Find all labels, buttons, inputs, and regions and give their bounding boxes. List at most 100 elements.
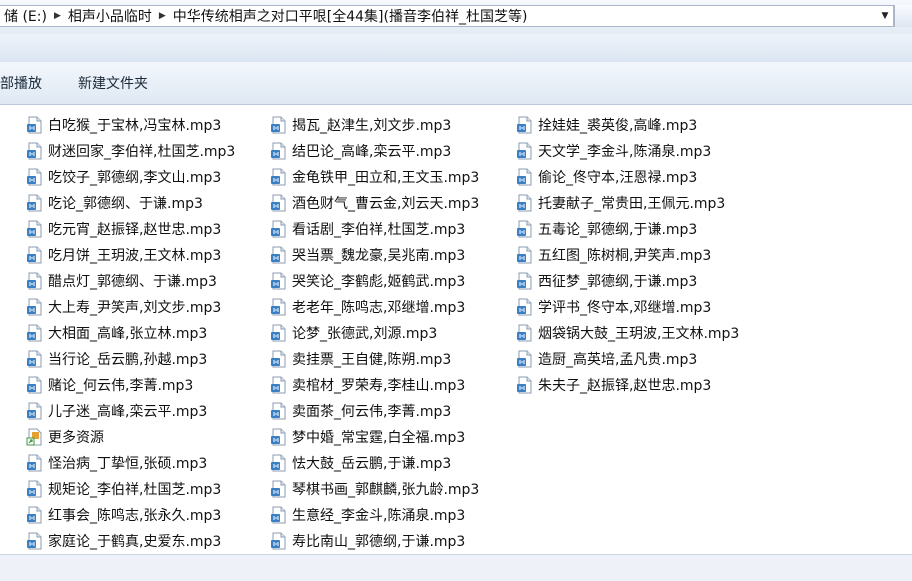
file-name: 儿子迷_高峰,栾云平.mp3 [48, 404, 208, 420]
file-list-view[interactable]: 白吃猴_于宝林,冯宝林.mp3 财迷回家_李伯祥,杜国芝.mp3 吃饺子_郭德纲,李… [0, 105, 912, 555]
file-item[interactable]: 红事会_陈鸣志,张永久.mp3 [26, 502, 235, 528]
audio-file-icon [270, 324, 288, 342]
file-item[interactable]: 吃论_郭德纲、于谦.mp3 [26, 190, 235, 216]
file-item[interactable]: 五红图_陈树桐,尹笑声.mp3 [516, 242, 739, 268]
audio-file-icon [26, 480, 44, 498]
file-item[interactable]: 揭瓦_赵津生,刘文步.mp3 [270, 112, 479, 138]
file-name: 吃月饼_王玥波,王文林.mp3 [48, 248, 222, 264]
file-name: 大相面_高峰,张立林.mp3 [48, 326, 208, 342]
audio-file-icon [26, 272, 44, 290]
file-item[interactable]: 天文学_李金斗,陈涌泉.mp3 [516, 138, 739, 164]
file-item[interactable]: 卖挂票_王自健,陈朔.mp3 [270, 346, 479, 372]
file-item[interactable]: 吃饺子_郭德纲,李文山.mp3 [26, 164, 235, 190]
file-name: 醋点灯_郭德纲、于谦.mp3 [48, 274, 217, 290]
file-item[interactable]: 吃月饼_王玥波,王文林.mp3 [26, 242, 235, 268]
file-item[interactable]: 卖面茶_何云伟,李菁.mp3 [270, 398, 479, 424]
file-item[interactable]: 白吃猴_于宝林,冯宝林.mp3 [26, 112, 235, 138]
menu-strip [0, 34, 912, 63]
file-item[interactable]: 财迷回家_李伯祥,杜国芝.mp3 [26, 138, 235, 164]
breadcrumb-arrow-icon[interactable]: ▶ [51, 11, 64, 21]
file-name: 卖面茶_何云伟,李菁.mp3 [292, 404, 452, 420]
command-toolbar: 部播放 新建文件夹 [0, 62, 912, 105]
audio-file-icon [270, 194, 288, 212]
file-item[interactable]: 西征梦_郭德纲,于谦.mp3 [516, 268, 739, 294]
file-item[interactable]: 当行论_岳云鹏,孙越.mp3 [26, 346, 235, 372]
new-folder-button[interactable]: 新建文件夹 [60, 73, 166, 93]
file-item[interactable]: 结巴论_高峰,栾云平.mp3 [270, 138, 479, 164]
audio-file-icon [270, 220, 288, 238]
file-name: 大上寿_尹笑声,刘文步.mp3 [48, 300, 222, 316]
file-item[interactable]: 规矩论_李伯祥,杜国芝.mp3 [26, 476, 235, 502]
file-name: 偷论_佟守本,汪恩禄.mp3 [538, 170, 698, 186]
file-item[interactable]: 大相面_高峰,张立林.mp3 [26, 320, 235, 346]
audio-file-icon [270, 246, 288, 264]
file-item[interactable]: 醋点灯_郭德纲、于谦.mp3 [26, 268, 235, 294]
audio-file-icon [26, 220, 44, 238]
file-item[interactable]: 更多资源 [26, 424, 235, 450]
breadcrumb-drive[interactable]: 储 (E:) [0, 6, 51, 26]
file-name: 财迷回家_李伯祥,杜国芝.mp3 [48, 144, 236, 160]
file-item[interactable]: 朱夫子_赵振铎,赵世忠.mp3 [516, 372, 739, 398]
audio-file-icon [270, 532, 288, 550]
audio-file-icon [26, 454, 44, 472]
address-bar[interactable]: 储 (E:) ▶ 相声小品临时 ▶ 中华传统相声之对口平哏[全44集](播音李伯… [0, 5, 894, 27]
file-item[interactable]: 酒色财气_曹云金,刘云天.mp3 [270, 190, 479, 216]
file-item[interactable]: 怯大鼓_岳云鹏,于谦.mp3 [270, 450, 479, 476]
file-item[interactable]: 哭笑论_李鹤彪,姬鹤武.mp3 [270, 268, 479, 294]
file-item[interactable]: 老老年_陈鸣志,邓继增.mp3 [270, 294, 479, 320]
audio-file-icon [26, 116, 44, 134]
audio-file-icon [26, 376, 44, 394]
address-bar-region: 储 (E:) ▶ 相声小品临时 ▶ 中华传统相声之对口平哏[全44集](播音李伯… [0, 0, 912, 34]
file-name: 红事会_陈鸣志,张永久.mp3 [48, 508, 222, 524]
file-item[interactable]: 哭当票_魏龙豪,吴兆南.mp3 [270, 242, 479, 268]
file-item[interactable]: 家庭论_于鹤真,史爱东.mp3 [26, 528, 235, 554]
file-item[interactable]: 偷论_佟守本,汪恩禄.mp3 [516, 164, 739, 190]
file-item[interactable]: 拴娃娃_裘英俊,高峰.mp3 [516, 112, 739, 138]
play-all-button[interactable]: 部播放 [0, 73, 60, 93]
file-name: 生意经_李金斗,陈涌泉.mp3 [292, 508, 466, 524]
audio-file-icon [26, 194, 44, 212]
file-name: 哭当票_魏龙豪,吴兆南.mp3 [292, 248, 466, 264]
refresh-button[interactable] [894, 5, 912, 27]
file-name: 当行论_岳云鹏,孙越.mp3 [48, 352, 208, 368]
file-item[interactable]: 论梦_张德武,刘源.mp3 [270, 320, 479, 346]
file-item[interactable]: 吃元宵_赵振铎,赵世忠.mp3 [26, 216, 235, 242]
file-item[interactable]: 卖棺材_罗荣寿,李桂山.mp3 [270, 372, 479, 398]
file-item[interactable]: 造厨_高英培,孟凡贵.mp3 [516, 346, 739, 372]
file-name: 吃论_郭德纲、于谦.mp3 [48, 196, 203, 212]
audio-file-icon [270, 168, 288, 186]
address-dropdown-icon[interactable]: ▼ [877, 5, 893, 27]
file-item[interactable]: 生意经_李金斗,陈涌泉.mp3 [270, 502, 479, 528]
file-item[interactable]: 烟袋锅大鼓_王玥波,王文林.mp3 [516, 320, 739, 346]
file-item[interactable]: 五毒论_郭德纲,于谦.mp3 [516, 216, 739, 242]
file-item[interactable]: 金龟铁甲_田立和,王文玉.mp3 [270, 164, 479, 190]
breadcrumb-current-folder[interactable]: 中华传统相声之对口平哏[全44集](播音李伯祥_杜国芝等) [169, 6, 532, 26]
file-name: 五毒论_郭德纲,于谦.mp3 [538, 222, 698, 238]
audio-file-icon [270, 454, 288, 472]
audio-file-icon [26, 246, 44, 264]
file-item[interactable]: 赌论_何云伟,李菁.mp3 [26, 372, 235, 398]
file-name: 梦中婚_常宝霆,白全福.mp3 [292, 430, 466, 446]
file-item[interactable]: 琴棋书画_郭麒麟,张九龄.mp3 [270, 476, 479, 502]
audio-file-icon [26, 532, 44, 550]
file-item[interactable]: 学评书_佟守本,邓继增.mp3 [516, 294, 739, 320]
file-name: 天文学_李金斗,陈涌泉.mp3 [538, 144, 712, 160]
audio-file-icon [516, 194, 534, 212]
file-name: 卖挂票_王自健,陈朔.mp3 [292, 352, 452, 368]
audio-file-icon [516, 324, 534, 342]
file-item[interactable]: 寿比南山_郭德纲,于谦.mp3 [270, 528, 479, 554]
file-name: 赌论_何云伟,李菁.mp3 [48, 378, 194, 394]
file-name: 看话剧_李伯祥,杜国芝.mp3 [292, 222, 466, 238]
breadcrumb-arrow-icon[interactable]: ▶ [156, 11, 169, 21]
file-item[interactable]: 儿子迷_高峰,栾云平.mp3 [26, 398, 235, 424]
file-item[interactable]: 梦中婚_常宝霆,白全福.mp3 [270, 424, 479, 450]
audio-file-icon [26, 350, 44, 368]
file-item[interactable]: 看话剧_李伯祥,杜国芝.mp3 [270, 216, 479, 242]
breadcrumb-folder[interactable]: 相声小品临时 [64, 6, 156, 26]
file-item[interactable]: 怪治病_丁挚恒,张硕.mp3 [26, 450, 235, 476]
file-item[interactable]: 大上寿_尹笑声,刘文步.mp3 [26, 294, 235, 320]
file-item[interactable]: 托妻献子_常贵田,王佩元.mp3 [516, 190, 739, 216]
file-name: 家庭论_于鹤真,史爱东.mp3 [48, 534, 222, 550]
file-name: 吃饺子_郭德纲,李文山.mp3 [48, 170, 222, 186]
audio-file-icon [270, 272, 288, 290]
